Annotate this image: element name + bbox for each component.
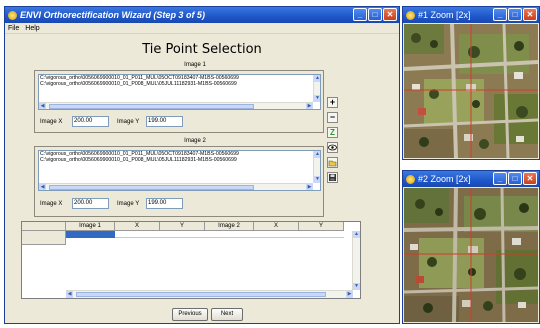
open-folder-icon[interactable]	[327, 157, 338, 168]
close-icon[interactable]: ✕	[523, 172, 537, 185]
image1-y-field[interactable]: 199.00	[146, 116, 183, 127]
table-corner	[22, 222, 66, 231]
menu-help[interactable]: Help	[25, 25, 39, 32]
image1-group-label: Image 1	[184, 62, 206, 68]
minimize-icon[interactable]: _	[493, 8, 507, 21]
menu-file[interactable]: File	[8, 25, 19, 32]
zoom1-title: #1 Zoom [2x]	[418, 10, 471, 20]
image2-vertical-scrollbar[interactable]: ▲ ▼	[313, 151, 320, 183]
zoom1-titlebar[interactable]: #1 Zoom [2x] _ □ ✕	[403, 7, 539, 23]
scroll-thumb[interactable]	[49, 104, 254, 109]
wizard-title: ENVI Orthorectification Wizard (Step 3 o…	[20, 10, 205, 20]
maximize-icon[interactable]: □	[508, 172, 522, 185]
envi-app-icon	[406, 10, 415, 20]
scroll-left-icon[interactable]: ◀	[39, 184, 46, 190]
zoom1-window: #1 Zoom [2x] _ □ ✕	[402, 6, 540, 160]
table-vertical-scrollbar[interactable]: ▲ ▼	[352, 231, 360, 290]
maximize-icon[interactable]: □	[368, 8, 382, 21]
envi-app-icon	[8, 10, 17, 20]
save-disk-icon[interactable]	[327, 172, 338, 183]
image1-x-label: Image X	[40, 119, 63, 125]
maximize-icon[interactable]: □	[508, 8, 522, 21]
row-header[interactable]	[22, 231, 66, 245]
auto-tie-point-icon[interactable]: Z	[327, 127, 338, 138]
image1-y-label: Image Y	[117, 119, 140, 125]
remove-tie-point-button[interactable]: −	[327, 112, 338, 123]
scroll-thumb[interactable]	[76, 292, 326, 297]
next-button[interactable]: Next	[211, 308, 243, 321]
image1-vertical-scrollbar[interactable]: ▲ ▼	[313, 75, 320, 102]
scroll-right-icon[interactable]: ▶	[306, 184, 313, 190]
column-header-image1[interactable]: Image 1	[66, 222, 115, 231]
envi-app-icon	[406, 174, 415, 184]
image2-file-list[interactable]: C:\vigorous_ortho\0056069900010_01_P011_…	[38, 150, 321, 191]
list-item[interactable]: C:\vigorous_ortho\0056069900010_01_P008_…	[39, 157, 320, 163]
column-header-x1[interactable]: X	[115, 222, 160, 231]
close-icon[interactable]: ✕	[383, 8, 397, 21]
zoom2-title: #2 Zoom [2x]	[418, 174, 471, 184]
scroll-right-icon[interactable]: ▶	[346, 291, 353, 298]
table-header: Image 1 X Y Image 2 X Y	[66, 222, 344, 231]
column-header-y1[interactable]: Y	[160, 222, 205, 231]
show-tie-points-eye-icon[interactable]	[327, 142, 338, 153]
minimize-icon[interactable]: _	[493, 172, 507, 185]
selected-cell[interactable]	[66, 231, 115, 238]
image1-horizontal-scrollbar[interactable]: ◀ ▶	[39, 102, 313, 109]
image2-group-label: Image 2	[184, 138, 206, 144]
image1-x-field[interactable]: 200.00	[72, 116, 109, 127]
image1-file-list[interactable]: C:\vigorous_ortho\0056069900010_01_P011_…	[38, 74, 321, 110]
list-item[interactable]: C:\vigorous_ortho\0056069900010_01_P008_…	[39, 81, 320, 87]
scroll-right-icon[interactable]: ▶	[306, 103, 313, 109]
table-horizontal-scrollbar[interactable]: ◀ ▶	[66, 290, 353, 298]
image2-y-label: Image Y	[117, 201, 140, 207]
previous-button[interactable]: Previous	[172, 308, 208, 321]
column-header-x2[interactable]: X	[254, 222, 299, 231]
scroll-up-icon[interactable]: ▲	[353, 231, 360, 238]
scroll-up-icon[interactable]: ▲	[314, 151, 320, 158]
scroll-down-icon[interactable]: ▼	[314, 95, 320, 102]
zoom2-titlebar[interactable]: #2 Zoom [2x] _ □ ✕	[403, 171, 539, 187]
zoom1-satellite-image[interactable]	[404, 24, 538, 158]
scroll-up-icon[interactable]: ▲	[314, 75, 320, 82]
tie-point-table[interactable]: Image 1 X Y Image 2 X Y ▲ ▼ ◀ ▶	[21, 221, 361, 299]
scroll-left-icon[interactable]: ◀	[66, 291, 73, 298]
menu-bar: File Help	[5, 23, 399, 34]
image2-x-label: Image X	[40, 201, 63, 207]
image2-horizontal-scrollbar[interactable]: ◀ ▶	[39, 183, 313, 190]
image1-panel: C:\vigorous_ortho\0056069900010_01_P011_…	[34, 70, 324, 133]
scroll-thumb[interactable]	[49, 185, 254, 190]
scroll-down-icon[interactable]: ▼	[314, 176, 320, 183]
column-header-image2[interactable]: Image 2	[205, 222, 254, 231]
image2-y-field[interactable]: 199.00	[146, 198, 183, 209]
zoom2-satellite-image[interactable]	[404, 188, 538, 322]
image2-panel: C:\vigorous_ortho\0056069900010_01_P011_…	[34, 146, 324, 217]
scroll-down-icon[interactable]: ▼	[353, 283, 360, 290]
table-row[interactable]	[115, 231, 344, 238]
orthorectification-wizard-window: ENVI Orthorectification Wizard (Step 3 o…	[4, 6, 400, 324]
zoom2-window: #2 Zoom [2x] _ □ ✕	[402, 170, 540, 324]
wizard-titlebar[interactable]: ENVI Orthorectification Wizard (Step 3 o…	[5, 7, 399, 23]
page-title: Tie Point Selection	[142, 42, 262, 57]
close-icon[interactable]: ✕	[523, 8, 537, 21]
column-header-y2[interactable]: Y	[299, 222, 344, 231]
scroll-left-icon[interactable]: ◀	[39, 103, 46, 109]
add-tie-point-button[interactable]: +	[327, 97, 338, 108]
minimize-icon[interactable]: _	[353, 8, 367, 21]
image2-x-field[interactable]: 200.00	[72, 198, 109, 209]
